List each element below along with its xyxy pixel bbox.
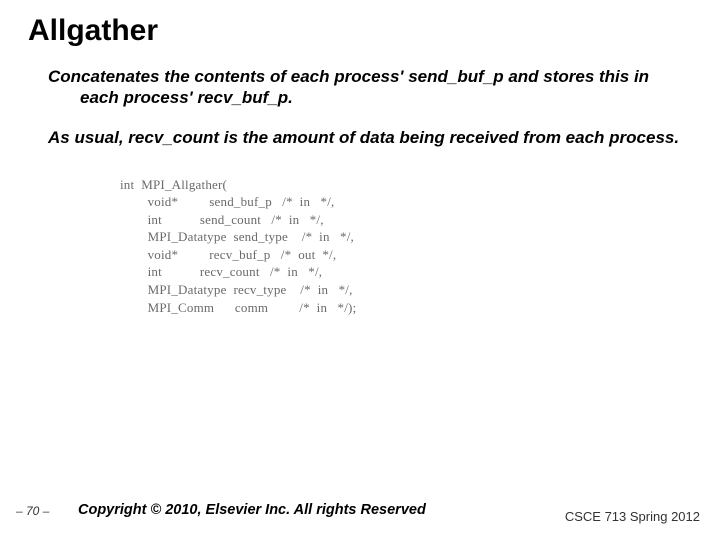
body-text: Concatenates the contents of each proces… <box>0 48 720 148</box>
paragraph-1: Concatenates the contents of each proces… <box>48 66 680 109</box>
copyright-text: Copyright © 2010, Elsevier Inc. All righ… <box>78 502 426 518</box>
slide-title: Allgather <box>0 0 720 48</box>
paragraph-1-text: Concatenates the contents of each proces… <box>48 66 680 109</box>
paragraph-2-text: As usual, recv_count is the amount of da… <box>48 127 680 148</box>
code-signature: int MPI_Allgather( void* send_buf_p /* i… <box>0 166 720 316</box>
paragraph-2: As usual, recv_count is the amount of da… <box>48 127 680 148</box>
page-number: – 70 – <box>16 504 49 518</box>
course-label: CSCE 713 Spring 2012 <box>565 509 700 524</box>
